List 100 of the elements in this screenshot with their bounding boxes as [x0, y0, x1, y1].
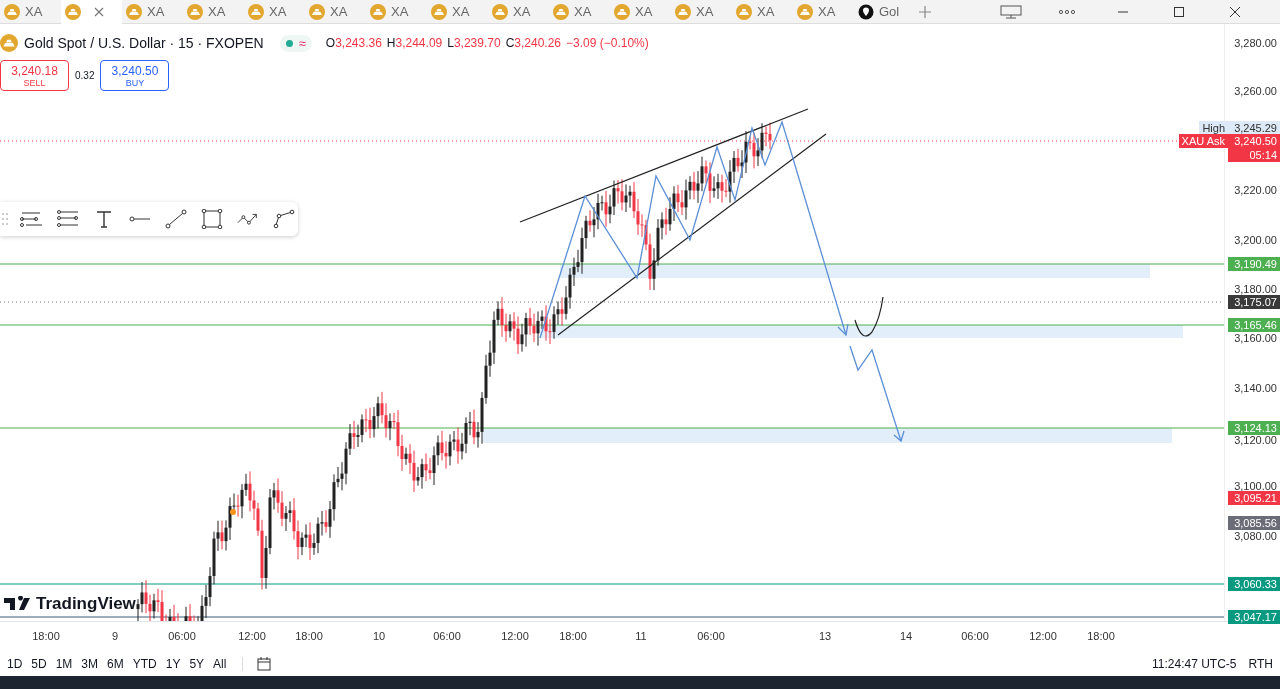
coin-logo-icon [736, 3, 752, 20]
browser-tab[interactable]: XA [122, 0, 183, 24]
price-tick: 3,180.00 [1234, 282, 1277, 296]
time-tick: 18:00 [32, 630, 60, 643]
symbol-title[interactable]: Gold Spot / U.S. Dollar · 15 · FXOPEN [24, 35, 264, 51]
monitor-icon[interactable] [1000, 4, 1022, 19]
time-tick: 06:00 [433, 630, 461, 643]
browser-tab[interactable]: XA [0, 0, 61, 24]
price-tick: 3,280.00 [1234, 36, 1277, 50]
ohlc-value: O3,243.36 [325, 36, 382, 50]
browser-tab[interactable]: XA [305, 0, 366, 24]
time-tick: 13 [818, 630, 832, 643]
coin-logo-icon [370, 3, 386, 20]
browser-tab[interactable]: XA [488, 0, 549, 24]
time-tick: 10 [372, 630, 386, 643]
price-tick: 3,100.00 [1234, 479, 1277, 493]
price-tag: 3,060.33 [1228, 577, 1280, 591]
browser-tab[interactable]: XA [610, 0, 671, 24]
time-tick: 14 [899, 630, 913, 643]
price-tick: 3,260.00 [1234, 84, 1277, 98]
price-tick: 3,080.00 [1234, 529, 1277, 543]
spread-value: 0.32 [75, 70, 95, 81]
browser-tab[interactable]: XA [671, 0, 732, 24]
coin-logo-icon [492, 3, 508, 20]
range-button[interactable]: YTD [129, 655, 160, 674]
time-tick: 11 [635, 630, 647, 643]
clock-time: 11:24:47 UTC-5 [1152, 657, 1237, 672]
coin-logo-icon [309, 3, 325, 20]
range-button[interactable]: 5D [28, 655, 50, 674]
range-button[interactable]: 1D [4, 655, 26, 674]
time-tick: 9 [111, 630, 119, 643]
coin-logo-icon [553, 3, 569, 20]
trend-line-icon[interactable] [164, 209, 188, 229]
time-tick: 12:00 [238, 630, 266, 643]
price-change: −3.09 (−0.10%) [566, 36, 649, 50]
price-tag: 3,175.07 [1228, 295, 1280, 309]
browser-tab[interactable]: Gol [854, 0, 915, 24]
tradingview-logo-icon [4, 596, 32, 612]
range-button[interactable]: 5Y [186, 655, 208, 674]
circle-logo-icon [858, 3, 874, 20]
delayed-indicator: ≈ [298, 36, 306, 50]
browser-tab[interactable]: XA [549, 0, 610, 24]
browser-tab[interactable]: XA [427, 0, 488, 24]
ohlc-value: H3,244.09 [386, 36, 443, 50]
coin-logo-icon [797, 3, 813, 20]
coin-logo-icon [65, 3, 81, 20]
time-tick: 06:00 [168, 630, 196, 643]
range-button[interactable]: 1M [52, 655, 76, 674]
price-tag: 3,245.29 [1228, 121, 1280, 135]
time-tick: 18:00 [559, 630, 587, 643]
price-tick: 3,160.00 [1234, 331, 1277, 345]
range-button[interactable]: 3M [78, 655, 102, 674]
coin-logo-icon [675, 3, 691, 20]
fib-levels-icon[interactable] [56, 209, 80, 229]
browser-tab[interactable]: XA [732, 0, 793, 24]
brand-name: TradingView [36, 594, 136, 614]
rectangle-icon[interactable] [200, 209, 224, 229]
curve-sketch [854, 296, 884, 337]
coin-logo-icon [614, 3, 630, 20]
price-tag-label: XAU Ask [1178, 134, 1228, 148]
time-tick: 18:00 [295, 630, 323, 643]
price-tag: 3,124.13 [1228, 421, 1280, 435]
time-tick: 18:00 [1087, 630, 1115, 643]
browser-tab[interactable]: XA [366, 0, 427, 24]
session-button[interactable]: RTH [1245, 655, 1276, 674]
browser-tab[interactable]: XA [793, 0, 854, 24]
price-tag: 3,095.21 [1228, 491, 1280, 505]
time-tick: 12:00 [501, 630, 529, 643]
price-tag: 3,165.46 [1228, 318, 1280, 332]
price-tick: 3,120.00 [1234, 434, 1277, 447]
coin-logo-icon [248, 3, 264, 20]
drag-handle-icon[interactable] [2, 212, 8, 226]
price-tag: 3,240.50 [1228, 134, 1280, 148]
range-button[interactable]: 6M [104, 655, 127, 674]
market-status-badge[interactable]: ≈ [279, 34, 312, 52]
coin-logo-icon [431, 3, 447, 20]
coin-logo-icon [187, 3, 203, 20]
range-button[interactable]: All [210, 655, 230, 674]
price-tick: 3,200.00 [1234, 233, 1277, 247]
polyline-icon[interactable] [272, 209, 296, 229]
time-tick: 06:00 [961, 630, 989, 643]
browser-tab[interactable]: XA [244, 0, 305, 24]
price-tag-label: High [1199, 121, 1228, 135]
parallel-channel-icon[interactable] [20, 209, 44, 229]
sell-button[interactable]: 3,240.18 SELL [0, 60, 69, 91]
ohlc-value: C3,240.26 [505, 36, 562, 50]
time-tick: 12:00 [1029, 630, 1057, 643]
event-dot [230, 509, 236, 515]
browser-tab[interactable]: XA [183, 0, 244, 24]
status-dot-icon [285, 39, 293, 47]
calendar-icon[interactable] [256, 656, 273, 673]
price-tag: 3,190.49 [1228, 257, 1280, 271]
ohlc-value: L3,239.70 [447, 36, 501, 50]
bar-countdown: 05:14 [1228, 148, 1280, 162]
coin-logo-icon [126, 3, 142, 20]
price-tag: 3,085.56 [1228, 516, 1280, 530]
range-button[interactable]: 1Y [162, 655, 184, 674]
buy-button[interactable]: 3,240.50 BUY [100, 60, 170, 91]
price-tag: 3,047.17 [1228, 610, 1280, 624]
price-tick: 3,140.00 [1234, 381, 1277, 395]
